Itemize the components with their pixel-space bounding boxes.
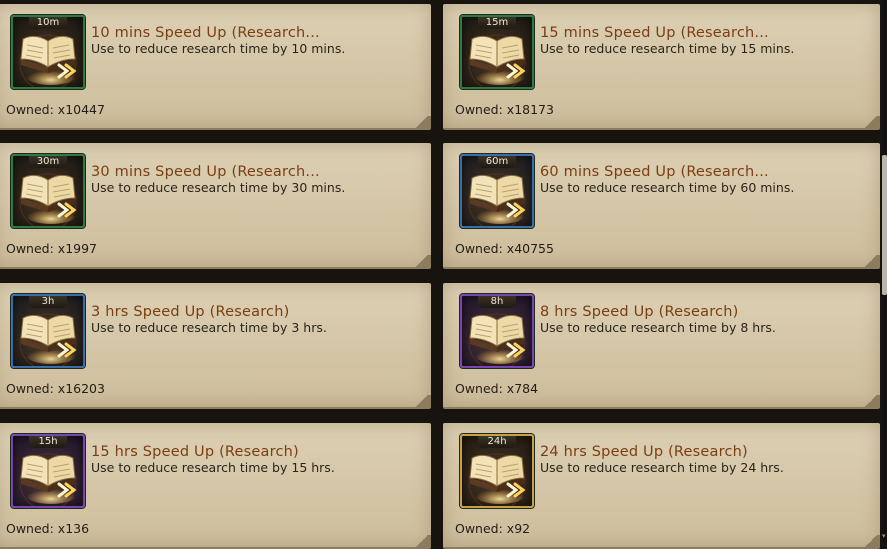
speedup-book-icon: 3h: [11, 294, 85, 368]
item-card[interactable]: 15m 15 mins Speed Up (Research... Use to…: [443, 4, 880, 130]
speedup-book-icon: 30m: [11, 154, 85, 228]
item-title: 15 mins Speed Up (Research...: [540, 25, 769, 41]
duration-badge: 15h: [29, 436, 67, 448]
owned-count: Owned: x784: [455, 381, 539, 396]
speedup-book-icon: 60m: [460, 154, 534, 228]
item-title: 10 mins Speed Up (Research...: [91, 25, 320, 41]
duration-badge: 8h: [478, 296, 516, 308]
item-card[interactable]: 3h 3 hrs Speed Up (Research) Use to redu…: [0, 283, 431, 409]
duration-badge: 3h: [29, 296, 67, 308]
item-description: Use to reduce research time by 3 hrs.: [91, 320, 327, 335]
item-title: 24 hrs Speed Up (Research): [540, 444, 748, 460]
item-description: Use to reduce research time by 24 hrs.: [540, 460, 784, 475]
item-description: Use to reduce research time by 10 mins.: [91, 41, 346, 56]
owned-count: Owned: x18173: [455, 102, 554, 117]
duration-badge: 15m: [478, 17, 516, 29]
item-description: Use to reduce research time by 8 hrs.: [540, 320, 776, 335]
item-title: 60 mins Speed Up (Research...: [540, 164, 769, 180]
owned-count: Owned: x40755: [455, 241, 554, 256]
speedup-book-icon: 15h: [11, 434, 85, 508]
item-card[interactable]: 30m 30 mins Speed Up (Research... Use to…: [0, 143, 431, 269]
speedup-book-icon: 10m: [11, 15, 85, 89]
item-description: Use to reduce research time by 15 mins.: [540, 41, 795, 56]
scrollbar-track[interactable]: ▾: [882, 0, 887, 541]
item-card[interactable]: 24h 24 hrs Speed Up (Research) Use to re…: [443, 423, 880, 549]
item-title: 8 hrs Speed Up (Research): [540, 304, 739, 320]
duration-badge: 30m: [29, 156, 67, 168]
item-title: 3 hrs Speed Up (Research): [91, 304, 290, 320]
item-card[interactable]: 8h 8 hrs Speed Up (Research) Use to redu…: [443, 283, 880, 409]
item-description: Use to reduce research time by 30 mins.: [91, 180, 346, 195]
item-card[interactable]: 60m 60 mins Speed Up (Research... Use to…: [443, 143, 880, 269]
item-description: Use to reduce research time by 60 mins.: [540, 180, 795, 195]
owned-count: Owned: x1997: [6, 241, 98, 256]
scrollbar-thumb[interactable]: [882, 155, 887, 295]
duration-badge: 10m: [29, 17, 67, 29]
speedup-book-icon: 8h: [460, 294, 534, 368]
owned-count: Owned: x16203: [6, 381, 105, 396]
owned-count: Owned: x136: [6, 521, 90, 536]
item-grid: 10m 10 mins Speed Up (Research... Use to…: [0, 0, 887, 549]
speedup-book-icon: 15m: [460, 15, 534, 89]
owned-count: Owned: x92: [455, 521, 531, 536]
item-title: 30 mins Speed Up (Research...: [91, 164, 320, 180]
speedup-book-icon: 24h: [460, 434, 534, 508]
item-card[interactable]: 15h 15 hrs Speed Up (Research) Use to re…: [0, 423, 431, 549]
owned-count: Owned: x10447: [6, 102, 105, 117]
item-card[interactable]: 10m 10 mins Speed Up (Research... Use to…: [0, 4, 431, 130]
duration-badge: 60m: [478, 156, 516, 168]
item-title: 15 hrs Speed Up (Research): [91, 444, 299, 460]
scroll-down-arrow-icon[interactable]: ▾: [882, 533, 887, 540]
duration-badge: 24h: [478, 436, 516, 448]
item-description: Use to reduce research time by 15 hrs.: [91, 460, 335, 475]
